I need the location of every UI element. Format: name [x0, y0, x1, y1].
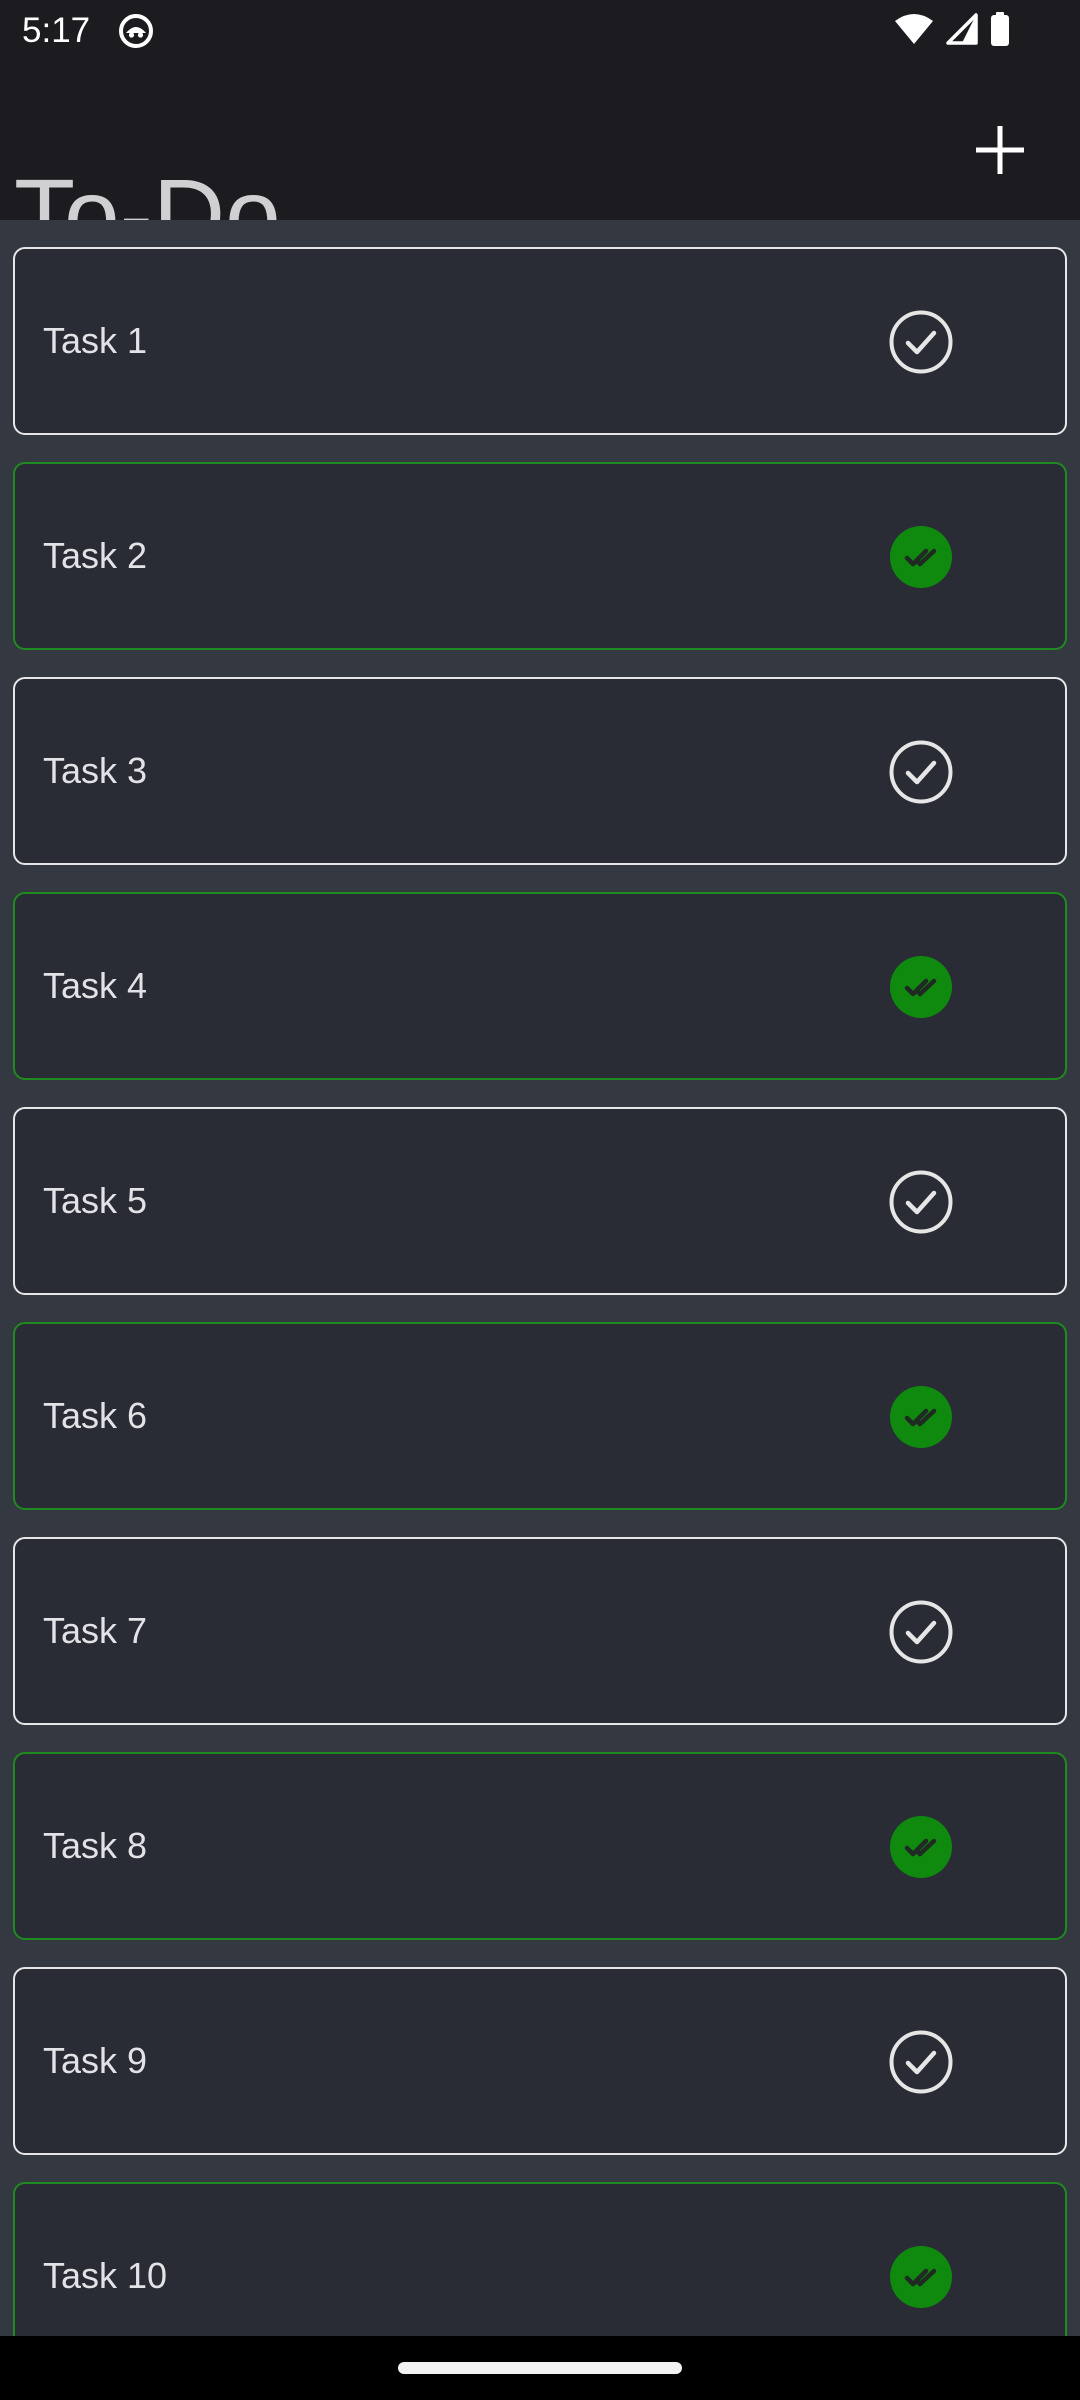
status-bar: 5:17 — [0, 0, 1080, 62]
task-label: Task 3 — [43, 750, 148, 791]
task-list-area[interactable]: Task 1 Task 2 Task 3 Task 4 Task 5 Task 6 Task… — [0, 220, 1080, 2336]
check-circle-icon[interactable] — [888, 309, 954, 375]
cell-signal-icon — [946, 12, 978, 50]
check-circle-icon[interactable] — [888, 2029, 954, 2095]
task-label: Task 1 — [43, 320, 148, 361]
task-label: Task 2 — [43, 535, 148, 576]
check-circle-icon[interactable] — [888, 739, 954, 805]
task-card[interactable]: Task 9 — [13, 1967, 1067, 2155]
task-label: Task 8 — [43, 1825, 148, 1866]
done-all-check-icon[interactable] — [888, 1384, 954, 1450]
task-card[interactable]: Task 4 — [13, 892, 1067, 1080]
task-card[interactable]: Task 6 — [13, 1322, 1067, 1510]
battery-icon — [990, 11, 1010, 51]
home-gesture-handle[interactable] — [398, 2362, 682, 2374]
done-all-check-icon[interactable] — [888, 1814, 954, 1880]
task-label: Task 10 — [43, 2255, 168, 2296]
done-all-check-icon[interactable] — [888, 2244, 954, 2310]
task-label: Task 7 — [43, 1610, 148, 1651]
task-label: Task 6 — [43, 1395, 148, 1436]
task-card[interactable]: Task 2 — [13, 462, 1067, 650]
plus-icon — [976, 126, 1024, 174]
task-card[interactable]: Task 1 — [13, 247, 1067, 435]
wifi-icon — [894, 13, 934, 50]
android-face-icon — [118, 13, 154, 49]
task-card[interactable]: Task 3 — [13, 677, 1067, 865]
task-label: Task 4 — [43, 965, 148, 1006]
check-circle-icon[interactable] — [888, 1599, 954, 1665]
screen: 5:17 To-Do Task 1 Task 2 Task 3 Task 4 T… — [0, 0, 1080, 2400]
done-all-check-icon[interactable] — [888, 524, 954, 590]
app-bar: To-Do — [0, 62, 1080, 271]
done-all-check-icon[interactable] — [888, 954, 954, 1020]
task-label: Task 5 — [43, 1180, 148, 1221]
status-icons — [894, 11, 1010, 51]
task-card[interactable]: Task 8 — [13, 1752, 1067, 1940]
task-card[interactable]: Task 10 — [13, 2182, 1067, 2336]
check-circle-icon[interactable] — [888, 1169, 954, 1235]
task-label: Task 9 — [43, 2040, 148, 2081]
task-list: Task 1 Task 2 Task 3 Task 4 Task 5 Task 6 Task… — [13, 247, 1067, 2336]
add-task-button[interactable] — [960, 110, 1040, 190]
task-card[interactable]: Task 5 — [13, 1107, 1067, 1295]
navigation-bar — [0, 2336, 1080, 2400]
task-card[interactable]: Task 7 — [13, 1537, 1067, 1725]
status-time: 5:17 — [22, 11, 91, 50]
